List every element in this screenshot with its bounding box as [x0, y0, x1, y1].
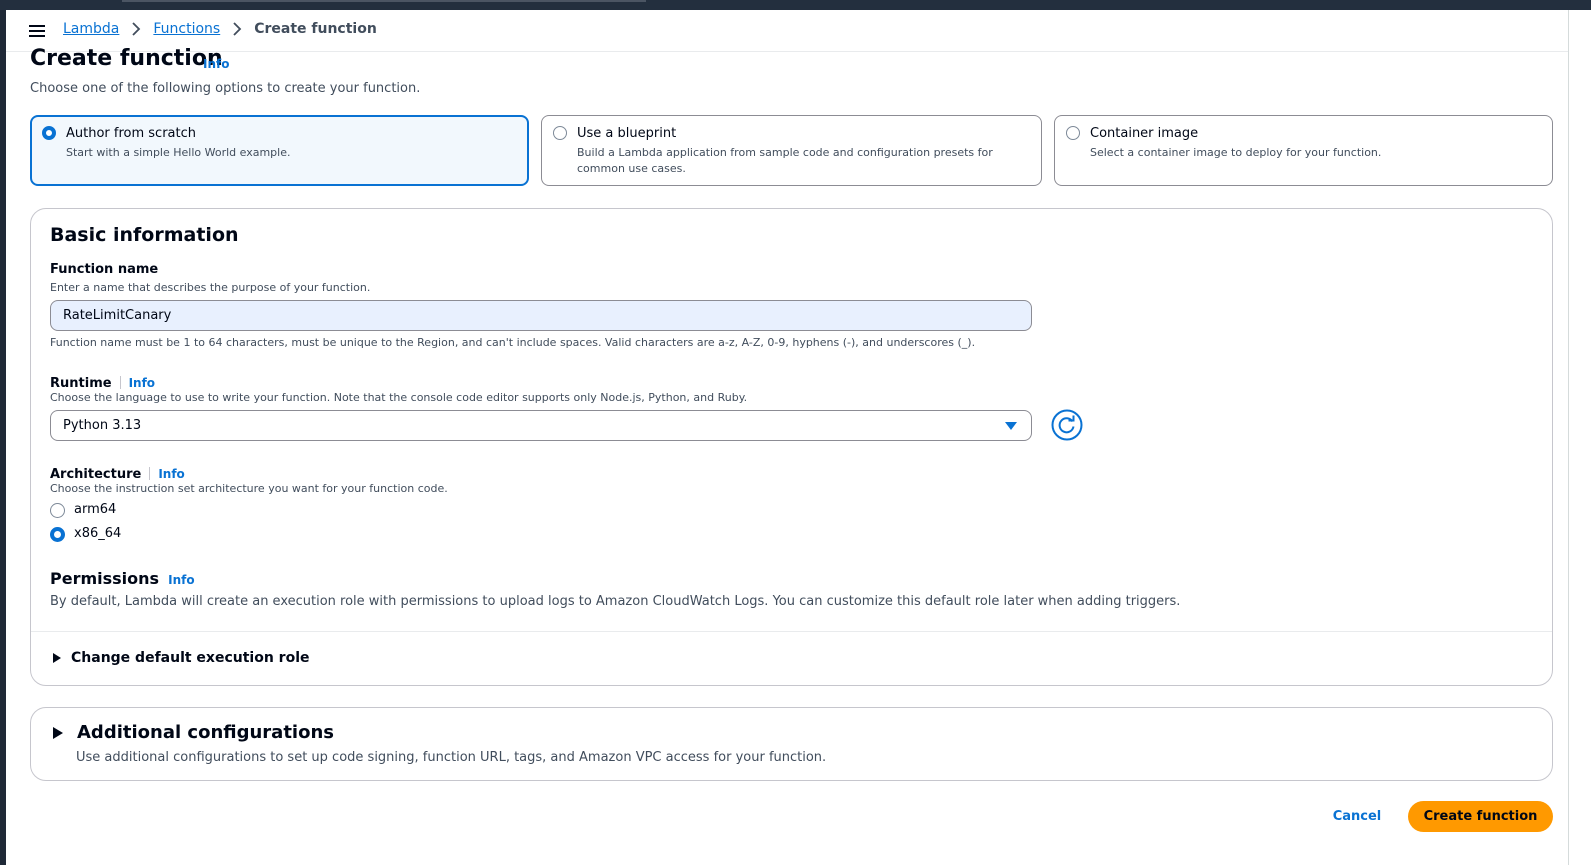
- function-name-input[interactable]: RateLimitCanary: [50, 300, 1032, 331]
- option-author-from-scratch[interactable]: Author from scratch Start with a simple …: [30, 115, 529, 186]
- change-execution-role-expander[interactable]: Change default execution role: [53, 650, 310, 666]
- architecture-option-arm64[interactable]: arm64: [74, 502, 116, 517]
- function-name-label: Function name: [50, 262, 159, 277]
- permissions-info-link[interactable]: Info: [168, 573, 194, 587]
- basic-information-heading: Basic information: [50, 224, 239, 246]
- breadcrumb-current: Create function: [254, 21, 377, 37]
- runtime-select[interactable]: Python 3.13: [50, 410, 1032, 441]
- option-radio[interactable]: [42, 126, 56, 140]
- page-subtitle: Choose one of the following options to c…: [30, 81, 421, 96]
- panel-divider: [31, 631, 1552, 632]
- create-function-button[interactable]: Create function: [1408, 801, 1553, 832]
- divider: [119, 376, 121, 389]
- architecture-radio-arm64[interactable]: [50, 503, 65, 518]
- breadcrumb-lambda[interactable]: Lambda: [63, 21, 119, 37]
- architecture-label-row: Architecture Info: [50, 463, 185, 482]
- architecture-label: Architecture: [50, 467, 142, 482]
- console-header: Lambda Functions Create function: [6, 10, 1568, 52]
- runtime-value: Python 3.13: [63, 418, 142, 433]
- additional-configurations-expander[interactable]: Additional configurations: [53, 722, 334, 743]
- option-desc: Start with a simple Hello World example.: [66, 146, 291, 159]
- option-desc: Select a container image to deploy for y…: [1090, 146, 1382, 159]
- permissions-desc: By default, Lambda will create an execut…: [50, 594, 1181, 609]
- divider: [149, 467, 151, 480]
- breadcrumb-functions[interactable]: Functions: [153, 21, 220, 37]
- option-title: Use a blueprint: [577, 126, 677, 141]
- page-title: Create function: [30, 46, 223, 71]
- left-window-edge: [0, 10, 6, 865]
- permissions-heading: Permissions: [50, 569, 160, 588]
- basic-information-panel: [30, 208, 1553, 686]
- additional-configurations-heading: Additional configurations: [77, 722, 334, 743]
- caret-right-icon: [53, 726, 63, 739]
- permissions-heading-row: Permissions Info: [50, 569, 195, 588]
- option-container-image[interactable]: Container image Select a container image…: [1054, 115, 1553, 186]
- caret-right-icon: [53, 653, 61, 663]
- right-scroll-gutter[interactable]: [1568, 10, 1591, 865]
- option-desc: Build a Lambda application from sample c…: [577, 146, 993, 175]
- address-bar-edge: [122, 0, 646, 2]
- option-title: Author from scratch: [66, 126, 196, 141]
- function-name-constraint: Function name must be 1 to 64 characters…: [50, 336, 976, 349]
- browser-top-bar: [0, 0, 1591, 10]
- architecture-option-x86-64[interactable]: x86_64: [74, 526, 121, 541]
- additional-configurations-panel: [30, 707, 1553, 781]
- runtime-label-row: Runtime Info: [50, 372, 155, 391]
- option-title: Container image: [1090, 126, 1199, 141]
- cancel-button[interactable]: Cancel: [1322, 802, 1392, 832]
- architecture-radio-x86-64[interactable]: [50, 527, 65, 542]
- runtime-desc: Choose the language to use to write your…: [50, 391, 748, 404]
- architecture-info-link[interactable]: Info: [158, 467, 184, 481]
- chevron-right-icon: [132, 22, 141, 36]
- runtime-info-link[interactable]: Info: [129, 376, 155, 390]
- option-radio[interactable]: [553, 126, 567, 140]
- option-use-a-blueprint[interactable]: Use a blueprint Build a Lambda applicati…: [541, 115, 1042, 186]
- option-radio[interactable]: [1066, 126, 1080, 140]
- page-info-link[interactable]: Info: [203, 57, 229, 71]
- additional-configurations-desc: Use additional configurations to set up …: [76, 750, 827, 765]
- change-execution-role-label: Change default execution role: [71, 650, 310, 666]
- menu-icon[interactable]: [29, 25, 45, 37]
- function-name-desc: Enter a name that describes the purpose …: [50, 281, 371, 294]
- chevron-right-icon: [233, 22, 242, 36]
- caret-down-icon: [1005, 422, 1017, 430]
- refresh-icon[interactable]: [1051, 409, 1083, 441]
- breadcrumb: Lambda Functions Create function: [63, 21, 377, 37]
- runtime-label: Runtime: [50, 376, 112, 391]
- architecture-desc: Choose the instruction set architecture …: [50, 482, 448, 495]
